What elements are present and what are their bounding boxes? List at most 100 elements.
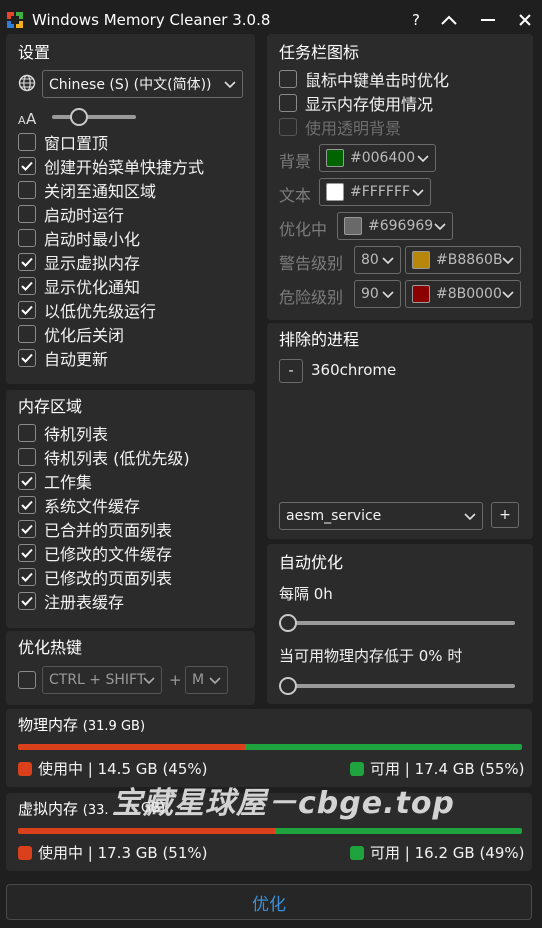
background-color-value: #006400 <box>350 150 416 166</box>
settings-checkbox[interactable] <box>18 349 36 367</box>
physical-memory-panel: 物理内存 (31.9 GB) 使用中 | 14.5 GB (45%) 可用 | … <box>6 709 532 787</box>
settings-checkbox-row[interactable]: 以低优先级运行 <box>18 299 156 321</box>
language-value: Chinese (S) (中文(简体)) <box>49 77 212 93</box>
excluded-process-item[interactable]: 360chrome <box>311 361 396 379</box>
danger-level-select[interactable]: 90 <box>354 280 401 308</box>
hotkey-modifier-select[interactable]: CTRL + SHIFT <box>42 666 162 694</box>
minimize-button[interactable] <box>476 8 500 32</box>
checkmark-icon <box>21 596 33 606</box>
chevron-down-icon <box>224 81 236 89</box>
chevron-up-icon <box>441 15 457 25</box>
settings-checkbox-row[interactable]: 启动时最小化 <box>18 227 140 249</box>
memory-area-checkbox[interactable] <box>18 520 36 538</box>
settings-checkbox-label: 显示优化通知 <box>44 278 141 297</box>
warning-color-select[interactable]: #B8860B <box>405 246 521 274</box>
text-color-label: 文本 <box>279 186 312 205</box>
physical-memory-label: 物理内存 <box>18 716 79 734</box>
threshold-slider[interactable] <box>279 677 297 695</box>
settings-checkbox-row[interactable]: 显示虚拟内存 <box>18 251 140 273</box>
minimize-icon <box>481 19 495 21</box>
settings-checkbox-label: 关闭至通知区域 <box>44 182 157 201</box>
memory-area-checkbox-row[interactable]: 已修改的文件缓存 <box>18 542 172 564</box>
settings-checkbox-row[interactable]: 显示优化通知 <box>18 275 140 297</box>
danger-color-select[interactable]: #8B0000 <box>405 280 521 308</box>
process-select-value: aesm_service <box>286 508 382 524</box>
checkmark-icon <box>21 257 33 267</box>
tray-checkbox-row[interactable]: 使用透明背景 <box>279 116 401 138</box>
memory-area-checkbox[interactable] <box>18 544 36 562</box>
tray-checkbox[interactable] <box>279 94 297 112</box>
danger-level-value: 90 <box>361 286 379 302</box>
settings-checkbox[interactable] <box>18 301 36 319</box>
settings-checkbox-row[interactable]: 优化后关闭 <box>18 323 124 345</box>
memory-area-checkbox[interactable] <box>18 592 36 610</box>
close-button[interactable] <box>513 8 537 32</box>
optimize-button[interactable]: 优化 <box>6 884 532 920</box>
background-color-swatch <box>326 149 344 167</box>
memory-area-checkbox-row[interactable]: 已合并的页面列表 <box>18 518 172 540</box>
tray-checkbox-row[interactable]: 显示内存使用情况 <box>279 92 433 114</box>
chevron-down-icon <box>417 155 429 163</box>
settings-checkbox-row[interactable]: 自动更新 <box>18 347 108 369</box>
font-size-slider[interactable] <box>70 108 88 126</box>
settings-checkbox[interactable] <box>18 277 36 295</box>
settings-checkbox-row[interactable]: 窗口置顶 <box>18 131 108 153</box>
close-icon <box>519 14 531 26</box>
help-button[interactable]: ? <box>404 8 428 32</box>
memory-area-checkbox-label: 待机列表 <box>44 425 109 444</box>
settings-checkbox-row[interactable]: 启动时运行 <box>18 203 124 225</box>
settings-checkbox[interactable] <box>18 205 36 223</box>
settings-checkbox[interactable] <box>18 157 36 175</box>
memory-area-checkbox-row[interactable]: 待机列表 <box>18 422 108 444</box>
used-dot <box>18 761 32 776</box>
memory-area-checkbox-row[interactable]: 待机列表 (低优先级) <box>18 446 190 468</box>
physical-used-label: 使用中 | 14.5 GB (45%) <box>38 760 208 778</box>
memory-area-checkbox-row[interactable]: 已修改的页面列表 <box>18 566 172 588</box>
language-select[interactable]: Chinese (S) (中文(简体)) <box>42 70 243 98</box>
tray-checkbox[interactable] <box>279 70 297 88</box>
memory-area-checkbox[interactable] <box>18 568 36 586</box>
memory-area-checkbox[interactable] <box>18 448 36 466</box>
process-select[interactable]: aesm_service <box>279 502 483 530</box>
virtual-memory-bar <box>18 828 522 834</box>
warning-level-select[interactable]: 80 <box>354 246 401 274</box>
app-logo-icon <box>7 12 23 28</box>
interval-slider[interactable] <box>279 614 297 632</box>
memory-area-checkbox-label: 待机列表 (低优先级) <box>44 449 190 468</box>
chevron-down-icon <box>382 257 394 265</box>
tray-checkbox-label: 鼠标中键单击时优化 <box>305 71 450 90</box>
free-dot <box>350 761 364 776</box>
collapse-button[interactable] <box>437 8 461 32</box>
settings-checkbox-label: 优化后关闭 <box>44 326 125 345</box>
memory-area-checkbox[interactable] <box>18 472 36 490</box>
chevron-down-icon <box>434 223 446 231</box>
settings-checkbox-row[interactable]: 关闭至通知区域 <box>18 179 156 201</box>
settings-checkbox[interactable] <box>18 229 36 247</box>
settings-checkbox-row[interactable]: 创建开始菜单快捷方式 <box>18 155 204 177</box>
physical-used-info: 使用中 | 14.5 GB (45%) <box>18 758 207 779</box>
tray-checkbox[interactable] <box>279 118 297 136</box>
physical-free-info: 可用 | 17.4 GB (55%) <box>350 758 524 779</box>
text-color-select[interactable]: #FFFFFF <box>319 178 431 206</box>
svg-text:A: A <box>18 114 26 126</box>
memory-area-checkbox-row[interactable]: 工作集 <box>18 470 92 492</box>
memory-area-checkbox[interactable] <box>18 496 36 514</box>
hotkey-enable-checkbox[interactable] <box>18 671 36 689</box>
hotkey-key-select[interactable]: M <box>185 666 228 694</box>
optimizing-color-select[interactable]: #696969 <box>337 212 453 240</box>
settings-checkbox[interactable] <box>18 325 36 343</box>
memory-area-checkbox-row[interactable]: 系统文件缓存 <box>18 494 140 516</box>
app-title: Windows Memory Cleaner 3.0.8 <box>32 11 271 29</box>
warning-level-label: 警告级别 <box>279 254 344 273</box>
settings-checkbox[interactable] <box>18 181 36 199</box>
tray-checkbox-row[interactable]: 鼠标中键单击时优化 <box>279 68 449 90</box>
settings-checkbox[interactable] <box>18 133 36 151</box>
settings-checkbox[interactable] <box>18 253 36 271</box>
danger-color-swatch <box>412 285 430 303</box>
background-color-select[interactable]: #006400 <box>319 144 436 172</box>
remove-process-button[interactable]: - <box>279 359 303 383</box>
physical-memory-bar <box>18 744 522 750</box>
add-process-button[interactable]: + <box>491 502 519 528</box>
memory-area-checkbox-row[interactable]: 注册表缓存 <box>18 590 124 612</box>
memory-area-checkbox[interactable] <box>18 424 36 442</box>
